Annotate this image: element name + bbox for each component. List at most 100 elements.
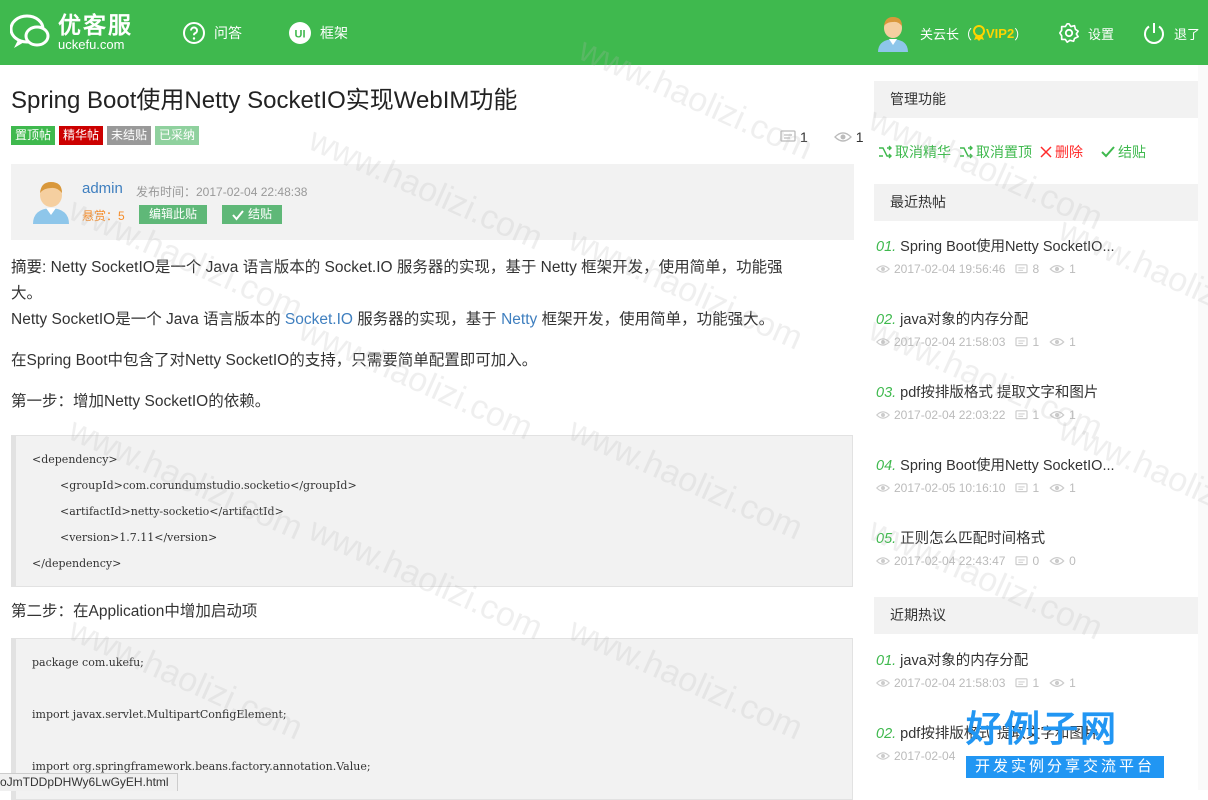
post-views-count: 1 — [1069, 262, 1076, 276]
nav-framework[interactable]: UI 框架 — [288, 20, 348, 46]
post-time: 2017-02-04 21:58:03 — [876, 335, 1005, 349]
eye-icon — [1049, 265, 1065, 273]
socketio-link[interactable]: Socket.IO — [285, 311, 353, 328]
close-post-button[interactable]: 结贴 — [222, 205, 283, 224]
netty-link[interactable]: Netty — [501, 311, 537, 328]
user-menu[interactable]: 关云长（ VIP2 ） — [876, 12, 1027, 54]
hot-post-index: 02. — [876, 312, 897, 328]
tag-pinned: 置顶帖 — [11, 126, 56, 145]
hot-post-title[interactable]: 01. java对象的内存分配 — [876, 649, 1028, 670]
vip-level: VIP2 — [986, 25, 1015, 41]
code-line: <dependency> — [32, 453, 118, 466]
post-views: 1 — [1049, 262, 1076, 276]
hot-post-index: 02. — [876, 726, 897, 742]
unpin-button[interactable]: 取消置顶 — [959, 142, 1032, 162]
hot-post-item[interactable]: 03. pdf按排版格式 提取文字和图片 2017-02-04 22:03:22 1 1 — [876, 381, 1206, 429]
post-comments-count: 0 — [1032, 554, 1040, 568]
eye-icon — [1049, 338, 1065, 346]
post-title: Spring Boot使用Netty SocketIO实现WebIM功能 — [11, 87, 518, 114]
code-line: import javax.servlet.MultipartConfigElem… — [32, 708, 287, 721]
intro-text-c: 框架开发，使用简单，功能强大。 — [537, 311, 775, 328]
hot-post-item[interactable]: 01. Spring Boot使用Netty SocketIO... 2017-02… — [876, 235, 1206, 283]
step-two-heading: 第二步：在Application中增加启动项 — [11, 603, 258, 620]
hot-post-meta: 2017-02-05 10:16:10 1 1 — [876, 481, 1086, 495]
spring-paragraph: 在Spring Boot中包含了对Netty SocketIO的支持，只需要简单… — [11, 352, 538, 369]
post-views-count: 1 — [1069, 676, 1076, 690]
eye-icon — [876, 338, 890, 346]
hot-post-index: 03. — [876, 385, 897, 401]
post-comments: 0 — [1015, 554, 1039, 568]
nav-questions[interactable]: 问答 — [182, 20, 242, 46]
close-icon — [1040, 146, 1052, 158]
hot-post-title-text: Spring Boot使用Netty SocketIO... — [900, 239, 1115, 255]
hot-post-item[interactable]: 04. Spring Boot使用Netty SocketIO... 2017-02… — [876, 454, 1206, 502]
site-logo[interactable]: 优客服 uckefu.com — [10, 12, 150, 56]
logo-domain: uckefu.com — [58, 37, 125, 52]
comment-icon — [780, 130, 796, 142]
close-post-label: 结贴 — [248, 207, 273, 221]
post-stats: 1 1 — [780, 129, 864, 145]
author-name[interactable]: admin — [82, 180, 123, 197]
post-comments: 8 — [1015, 262, 1039, 276]
admin-panel-title: 管理功能 — [890, 91, 946, 107]
unfeature-label: 取消精华 — [895, 144, 951, 160]
post-main: Spring Boot使用Netty SocketIO实现WebIM功能 置顶帖… — [0, 65, 868, 800]
close-thread-label: 结贴 — [1118, 144, 1146, 160]
delete-button[interactable]: 删除 — [1040, 142, 1083, 162]
unpin-label: 取消置顶 — [976, 144, 1032, 160]
hot-post-title[interactable]: 02. java对象的内存分配 — [876, 308, 1028, 329]
intro-paragraph: Netty SocketIO是一个 Java 语言版本的 Socket.IO 服… — [11, 307, 854, 333]
intro-text-b: 服务器的实现，基于 — [352, 311, 502, 328]
logout-link[interactable]: 退了 — [1142, 20, 1200, 46]
post-time-text: 2017-02-04 21:58:03 — [894, 335, 1006, 349]
post-comments: 1 — [1015, 335, 1039, 349]
scrollbar-track[interactable] — [1198, 65, 1208, 790]
summary-line-2: 大。 — [11, 285, 43, 302]
comment-icon — [1015, 409, 1029, 419]
hot-post-title-text: Spring Boot使用Netty SocketIO... — [900, 458, 1115, 474]
shuffle-icon — [879, 145, 892, 159]
post-comments-count: 1 — [1032, 481, 1040, 495]
comment-icon — [1015, 677, 1029, 687]
hot-post-item[interactable]: 01. java对象的内存分配 2017-02-04 21:58:03 1 1 — [876, 649, 1206, 697]
eye-icon — [876, 411, 890, 419]
post-time-text: 2017-02-05 10:16:10 — [894, 481, 1006, 495]
hot-post-index: 04. — [876, 458, 897, 474]
hot-post-meta: 2017-02-04 21:58:03 1 1 — [876, 335, 1086, 349]
logo-name: 优客服 — [58, 12, 133, 38]
hot-post-item[interactable]: 02. java对象的内存分配 2017-02-04 21:58:03 1 1 — [876, 308, 1206, 356]
author-avatar[interactable] — [31, 178, 71, 224]
hot-post-item[interactable]: 05. 正则怎么匹配时间格式 2017-02-04 22:43:47 0 0 — [876, 527, 1206, 575]
post-time: 2017-02-05 10:16:10 — [876, 481, 1005, 495]
tag-accepted: 已采纳 — [155, 126, 200, 145]
hot-post-title-text: java对象的内存分配 — [900, 653, 1029, 669]
hot-post-index: 05. — [876, 531, 897, 547]
post-content: 摘要: Netty SocketIO是一个 Java 语言版本的 Socket.… — [11, 255, 854, 415]
close-thread-button[interactable]: 结贴 — [1101, 142, 1146, 162]
user-name-suffix: ） — [1014, 26, 1028, 42]
post-comments-count: 8 — [1032, 262, 1040, 276]
post-time: 2017-02-04 — [876, 749, 955, 763]
summary-line-1: 摘要: Netty SocketIO是一个 Java 语言版本的 Socket.… — [11, 259, 783, 276]
post-comments-count: 1 — [1032, 408, 1040, 422]
post-comments: 1 — [1015, 676, 1039, 690]
hot-post-title[interactable]: 04. Spring Boot使用Netty SocketIO... — [876, 454, 1115, 475]
hot-post-title[interactable]: 01. Spring Boot使用Netty SocketIO... — [876, 235, 1115, 256]
settings-link[interactable]: 设置 — [1058, 20, 1114, 46]
tag-featured: 精华帖 — [59, 126, 104, 145]
comment-icon — [1015, 263, 1029, 273]
brand-watermark-title: 好例子网 — [966, 709, 1119, 750]
hot-post-title[interactable]: 03. pdf按排版格式 提取文字和图片 — [876, 381, 1098, 402]
eye-icon — [876, 679, 890, 687]
hot-post-title[interactable]: 05. 正则怎么匹配时间格式 — [876, 527, 1045, 548]
hot-post-meta: 2017-02-04 19:56:46 8 1 — [876, 262, 1086, 276]
post-views: 1 — [1049, 481, 1076, 495]
settings-label: 设置 — [1088, 26, 1115, 42]
edit-post-button[interactable]: 编辑此贴 — [139, 205, 208, 224]
eye-icon — [833, 132, 852, 142]
unfeature-button[interactable]: 取消精华 — [878, 142, 951, 162]
code-line: <artifactId>netty-socketio</artifactId> — [32, 505, 284, 518]
check-icon — [1101, 146, 1115, 158]
post-time: 2017-02-04 19:56:46 — [876, 262, 1005, 276]
post-time: 2017-02-04 22:03:22 — [876, 408, 1005, 422]
